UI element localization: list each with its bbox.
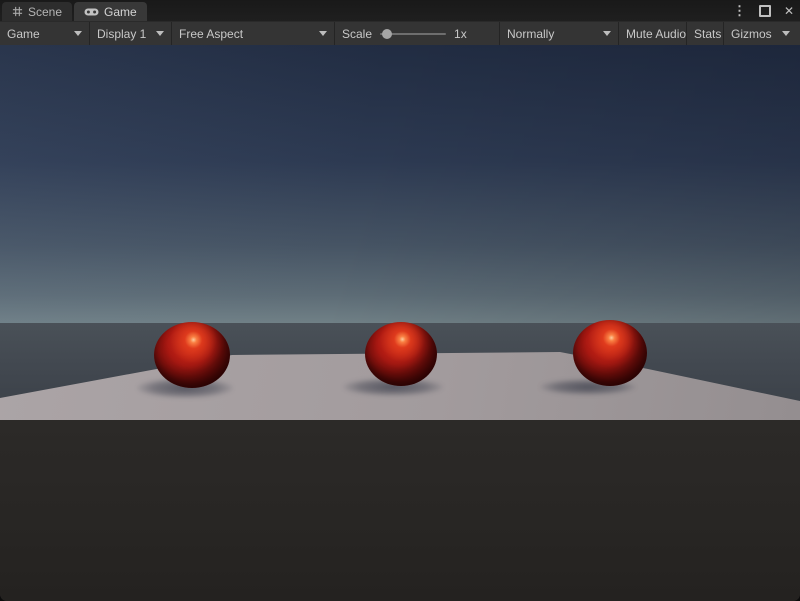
gizmos-label: Gizmos bbox=[731, 27, 772, 41]
tab-scene-label: Scene bbox=[28, 5, 62, 19]
game-view-toolbar: Game Display 1 Free Aspect Scale 1x Norm… bbox=[0, 21, 800, 45]
chevron-down-icon bbox=[74, 31, 82, 36]
grid-icon bbox=[12, 6, 23, 17]
scale-control: Scale 1x bbox=[335, 22, 500, 45]
skybox-sky-shading bbox=[0, 45, 800, 323]
close-icon[interactable]: ✕ bbox=[784, 5, 794, 17]
scale-label: Scale bbox=[342, 27, 372, 41]
stats-label: Stats bbox=[694, 27, 721, 41]
game-view-type-dropdown[interactable]: Game bbox=[0, 22, 90, 45]
chevron-down-icon bbox=[782, 31, 790, 36]
red-sphere-1 bbox=[154, 322, 230, 388]
game-render-viewport[interactable] bbox=[0, 45, 800, 601]
maximize-icon[interactable] bbox=[759, 5, 771, 17]
aspect-ratio-dropdown[interactable]: Free Aspect bbox=[172, 22, 335, 45]
gamepad-icon bbox=[84, 6, 99, 17]
stats-button[interactable]: Stats bbox=[687, 22, 724, 45]
chevron-down-icon bbox=[319, 31, 327, 36]
foreground-dark-area bbox=[0, 419, 800, 601]
gizmos-dropdown[interactable]: Gizmos bbox=[724, 22, 797, 45]
play-mode-label: Normally bbox=[507, 27, 554, 41]
play-mode-dropdown[interactable]: Normally bbox=[500, 22, 619, 45]
scale-slider[interactable] bbox=[380, 28, 446, 40]
kebab-menu-icon[interactable]: ⋮ bbox=[733, 4, 746, 17]
display-label: Display 1 bbox=[97, 27, 146, 41]
tab-bar: Scene Game ⋮ ✕ bbox=[0, 0, 800, 21]
chevron-down-icon bbox=[156, 31, 164, 36]
game-view-type-label: Game bbox=[7, 27, 40, 41]
scale-value: 1x bbox=[454, 27, 467, 41]
display-dropdown[interactable]: Display 1 bbox=[90, 22, 172, 45]
scale-slider-knob[interactable] bbox=[382, 29, 392, 39]
tab-game[interactable]: Game bbox=[74, 2, 147, 21]
red-sphere-3 bbox=[573, 320, 647, 386]
unity-game-view-window: Scene Game ⋮ ✕ Game Display 1 bbox=[0, 0, 800, 601]
window-controls: ⋮ ✕ bbox=[733, 0, 794, 21]
mute-audio-label: Mute Audio bbox=[626, 27, 686, 41]
red-sphere-2 bbox=[365, 322, 437, 386]
aspect-ratio-label: Free Aspect bbox=[179, 27, 243, 41]
chevron-down-icon bbox=[603, 31, 611, 36]
tab-game-label: Game bbox=[104, 5, 137, 19]
mute-audio-button[interactable]: Mute Audio bbox=[619, 22, 687, 45]
tab-scene[interactable]: Scene bbox=[2, 2, 72, 21]
